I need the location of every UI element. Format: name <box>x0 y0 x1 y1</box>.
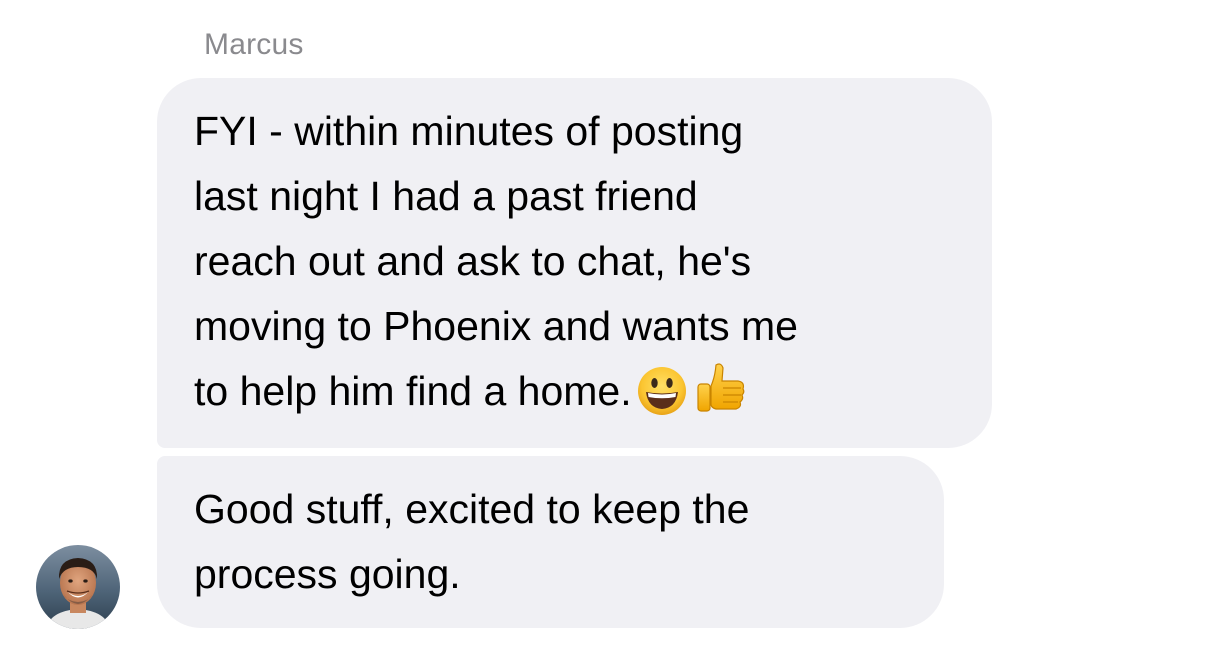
thumbs-up-emoji <box>692 355 752 421</box>
message-line: process going. <box>194 551 461 597</box>
message-line: FYI - within minutes of posting <box>194 108 744 154</box>
message-bubble[interactable]: FYI - within minutes of posting last nig… <box>157 78 992 448</box>
message-line: Good stuff, excited to keep the <box>194 486 750 532</box>
message-line: to help him find a home. <box>194 368 632 414</box>
message-line: last night I had a past friend <box>194 173 698 219</box>
message-line: reach out and ask to chat, he's <box>194 238 752 284</box>
message-line-with-emojis: to help him find a home. <box>194 359 962 427</box>
sender-name: Marcus <box>204 28 304 61</box>
message-bubble[interactable]: Good stuff, excited to keep the process … <box>157 456 944 628</box>
grinning-face-emoji <box>636 356 688 421</box>
message-line: moving to Phoenix and wants me <box>194 303 798 349</box>
avatar-photo <box>36 545 120 629</box>
avatar[interactable] <box>36 545 120 629</box>
